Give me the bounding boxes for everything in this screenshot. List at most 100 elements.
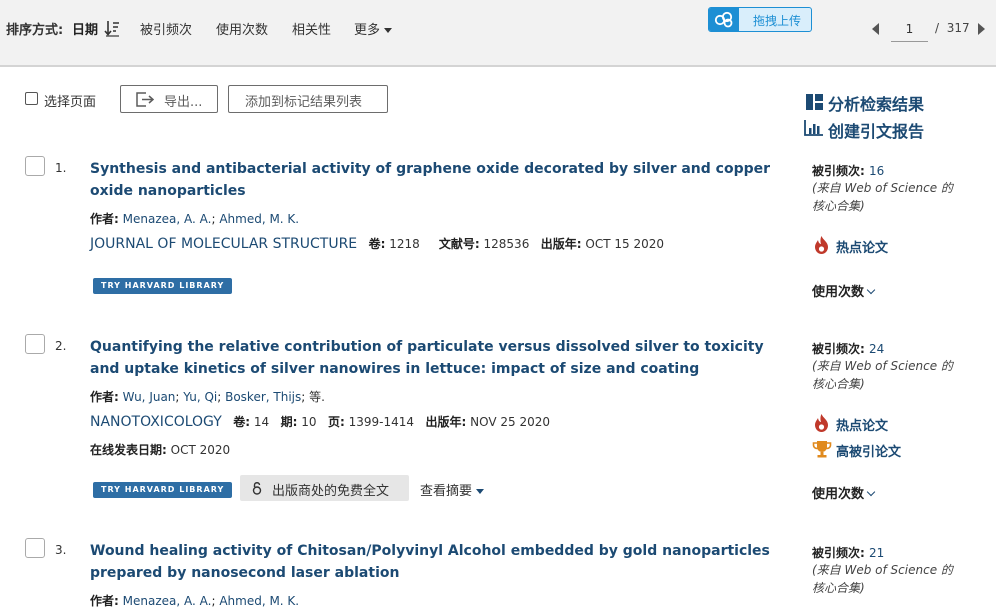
add-to-marked-list-button[interactable]: 添加到标记结果列表 xyxy=(228,85,388,113)
times-cited: 被引频次: 21 xyxy=(812,544,884,561)
author-link[interactable]: Ahmed, M. K. xyxy=(219,594,299,608)
usage-count-dropdown[interactable]: 使用次数 xyxy=(812,483,876,502)
drag-upload-label: 拖拽上传 xyxy=(753,14,802,28)
try-harvard-library-button[interactable]: TRY HARVARD LIBRARY xyxy=(93,482,233,498)
page-number-input[interactable] xyxy=(891,16,928,42)
free-full-text-label: 出版商处的免费全文 xyxy=(272,484,390,499)
record-number: 1. xyxy=(55,161,67,175)
times-cited-label: 被引频次: xyxy=(812,546,865,560)
online-date-label: 在线发表日期: xyxy=(90,443,167,457)
pub-year-label: 出版年: xyxy=(540,237,582,251)
previous-page-arrow-icon[interactable] xyxy=(872,23,879,35)
record-authors: 作者: Menazea, A. A.; Ahmed, M. K. xyxy=(90,212,300,226)
times-cited-count[interactable]: 16 xyxy=(869,164,884,178)
author-label: 作者: xyxy=(90,390,119,404)
flame-icon xyxy=(815,236,828,254)
times-cited-count[interactable]: 21 xyxy=(869,546,884,560)
times-cited-source: (来自 Web of Science 的核心合集) xyxy=(812,181,953,213)
author-link[interactable]: Menazea, A. A. xyxy=(123,212,212,226)
pub-year-value: NOV 25 2020 xyxy=(470,415,550,429)
hot-paper-label: 热点论文 xyxy=(836,419,889,434)
issue-label: 期: xyxy=(280,415,298,429)
author-link[interactable]: Yu, Qi xyxy=(183,390,217,404)
next-page-arrow-icon[interactable] xyxy=(978,23,985,35)
usage-count-dropdown[interactable]: 使用次数 xyxy=(812,281,876,300)
record-title-link[interactable]: Quantifying the relative contribution of… xyxy=(90,336,790,380)
create-citation-report-label: 创建引文报告 xyxy=(828,122,925,141)
record-authors: 作者: Menazea, A. A.; Ahmed, M. K. xyxy=(90,594,300,608)
sort-toolbar: 排序方式: 日期 被引频次 使用次数 相关性 更多 拖拽上传 / 317 xyxy=(0,0,996,67)
volume-label: 卷: xyxy=(233,415,251,429)
select-page-label: 选择页面 xyxy=(44,95,97,110)
chevron-down-icon xyxy=(866,487,876,497)
record-checkbox[interactable] xyxy=(25,156,45,176)
trophy-icon xyxy=(812,441,832,458)
caret-down-icon xyxy=(384,28,393,33)
author-label: 作者: xyxy=(90,212,119,226)
open-access-lock-icon xyxy=(252,482,262,495)
author-label: 作者: xyxy=(90,594,119,608)
record-number: 2. xyxy=(55,339,67,353)
times-cited-label: 被引频次: xyxy=(812,342,865,356)
analyze-results-label: 分析检索结果 xyxy=(828,95,925,114)
author-link[interactable]: Bosker, Thijs xyxy=(225,390,301,404)
record-title-link[interactable]: Synthesis and antibacterial activity of … xyxy=(90,158,790,202)
times-cited: 被引频次: 24 xyxy=(812,340,884,357)
issue-value: 10 xyxy=(301,415,317,429)
article-number-value: 128536 xyxy=(483,237,530,251)
select-page-checkbox[interactable] xyxy=(25,92,38,105)
record-source: NANOTOXICOLOGY 卷: 14 期: 10 页: 1399-1414 … xyxy=(90,413,550,430)
free-full-text-button[interactable]: 出版商处的免费全文 xyxy=(240,475,409,501)
view-abstract-label: 查看摘要 xyxy=(420,484,473,499)
times-cited-count[interactable]: 24 xyxy=(869,342,884,356)
pages-value: 1399-1414 xyxy=(348,415,415,429)
usage-count-label: 使用次数 xyxy=(812,487,865,502)
author-link[interactable]: Wu, Juan xyxy=(123,390,176,404)
flame-icon xyxy=(815,414,828,432)
times-cited-source: (来自 Web of Science 的核心合集) xyxy=(812,563,953,595)
record-authors: 作者: Wu, Juan; Yu, Qi; Bosker, Thijs; 等. xyxy=(90,390,325,404)
chevron-down-icon xyxy=(866,285,876,295)
analyze-grid-icon xyxy=(806,94,823,110)
export-button[interactable]: 导出... xyxy=(120,85,218,113)
page-total: / 317 xyxy=(935,21,970,35)
online-publication-date: 在线发表日期: OCT 2020 xyxy=(90,441,230,458)
sort-option-relevance[interactable]: 相关性 xyxy=(292,19,331,38)
pages-label: 页: xyxy=(327,415,345,429)
sort-option-usage[interactable]: 使用次数 xyxy=(216,19,268,38)
journal-link[interactable]: NANOTOXICOLOGY xyxy=(90,414,222,430)
sort-more-label: 更多 xyxy=(354,23,381,38)
record-checkbox[interactable] xyxy=(25,538,45,558)
online-date-value: OCT 2020 xyxy=(170,443,231,457)
export-icon xyxy=(136,92,154,107)
sort-option-date[interactable]: 日期 xyxy=(72,19,98,38)
journal-link[interactable]: JOURNAL OF MOLECULAR STRUCTURE xyxy=(90,236,357,252)
view-abstract-toggle[interactable]: 查看摘要 xyxy=(420,480,485,499)
sort-label: 排序方式: xyxy=(6,23,64,38)
caret-down-icon xyxy=(476,489,485,494)
sort-descending-icon[interactable] xyxy=(104,19,120,37)
record-number: 3. xyxy=(55,543,67,557)
cloud-upload-icon xyxy=(709,8,739,31)
author-link[interactable]: Ahmed, M. K. xyxy=(219,212,299,226)
record-title-link[interactable]: Wound healing activity of Chitosan/Polyv… xyxy=(90,540,790,584)
bar-chart-icon xyxy=(804,120,823,136)
times-cited: 被引频次: 16 xyxy=(812,162,884,179)
page-separator: / xyxy=(935,21,940,35)
record-source: JOURNAL OF MOLECULAR STRUCTURE 卷: 1218 文… xyxy=(90,235,664,252)
page-total-count: 317 xyxy=(946,21,970,35)
article-number-label: 文献号: xyxy=(438,237,480,251)
try-harvard-library-button[interactable]: TRY HARVARD LIBRARY xyxy=(93,278,233,294)
highly-cited-label: 高被引论文 xyxy=(836,445,902,460)
sort-more-dropdown[interactable]: 更多 xyxy=(354,19,393,38)
volume-value: 1218 xyxy=(389,237,420,251)
usage-count-label: 使用次数 xyxy=(812,285,865,300)
record-checkbox[interactable] xyxy=(25,334,45,354)
pub-year-value: OCT 15 2020 xyxy=(585,237,665,251)
hot-paper-label: 热点论文 xyxy=(836,241,889,256)
author-link[interactable]: Menazea, A. A. xyxy=(123,594,212,608)
export-label: 导出... xyxy=(164,95,203,110)
sort-option-citations[interactable]: 被引频次 xyxy=(140,19,192,38)
add-to-marked-list-label: 添加到标记结果列表 xyxy=(245,95,363,110)
drag-upload-button[interactable]: 拖拽上传 xyxy=(708,7,812,32)
